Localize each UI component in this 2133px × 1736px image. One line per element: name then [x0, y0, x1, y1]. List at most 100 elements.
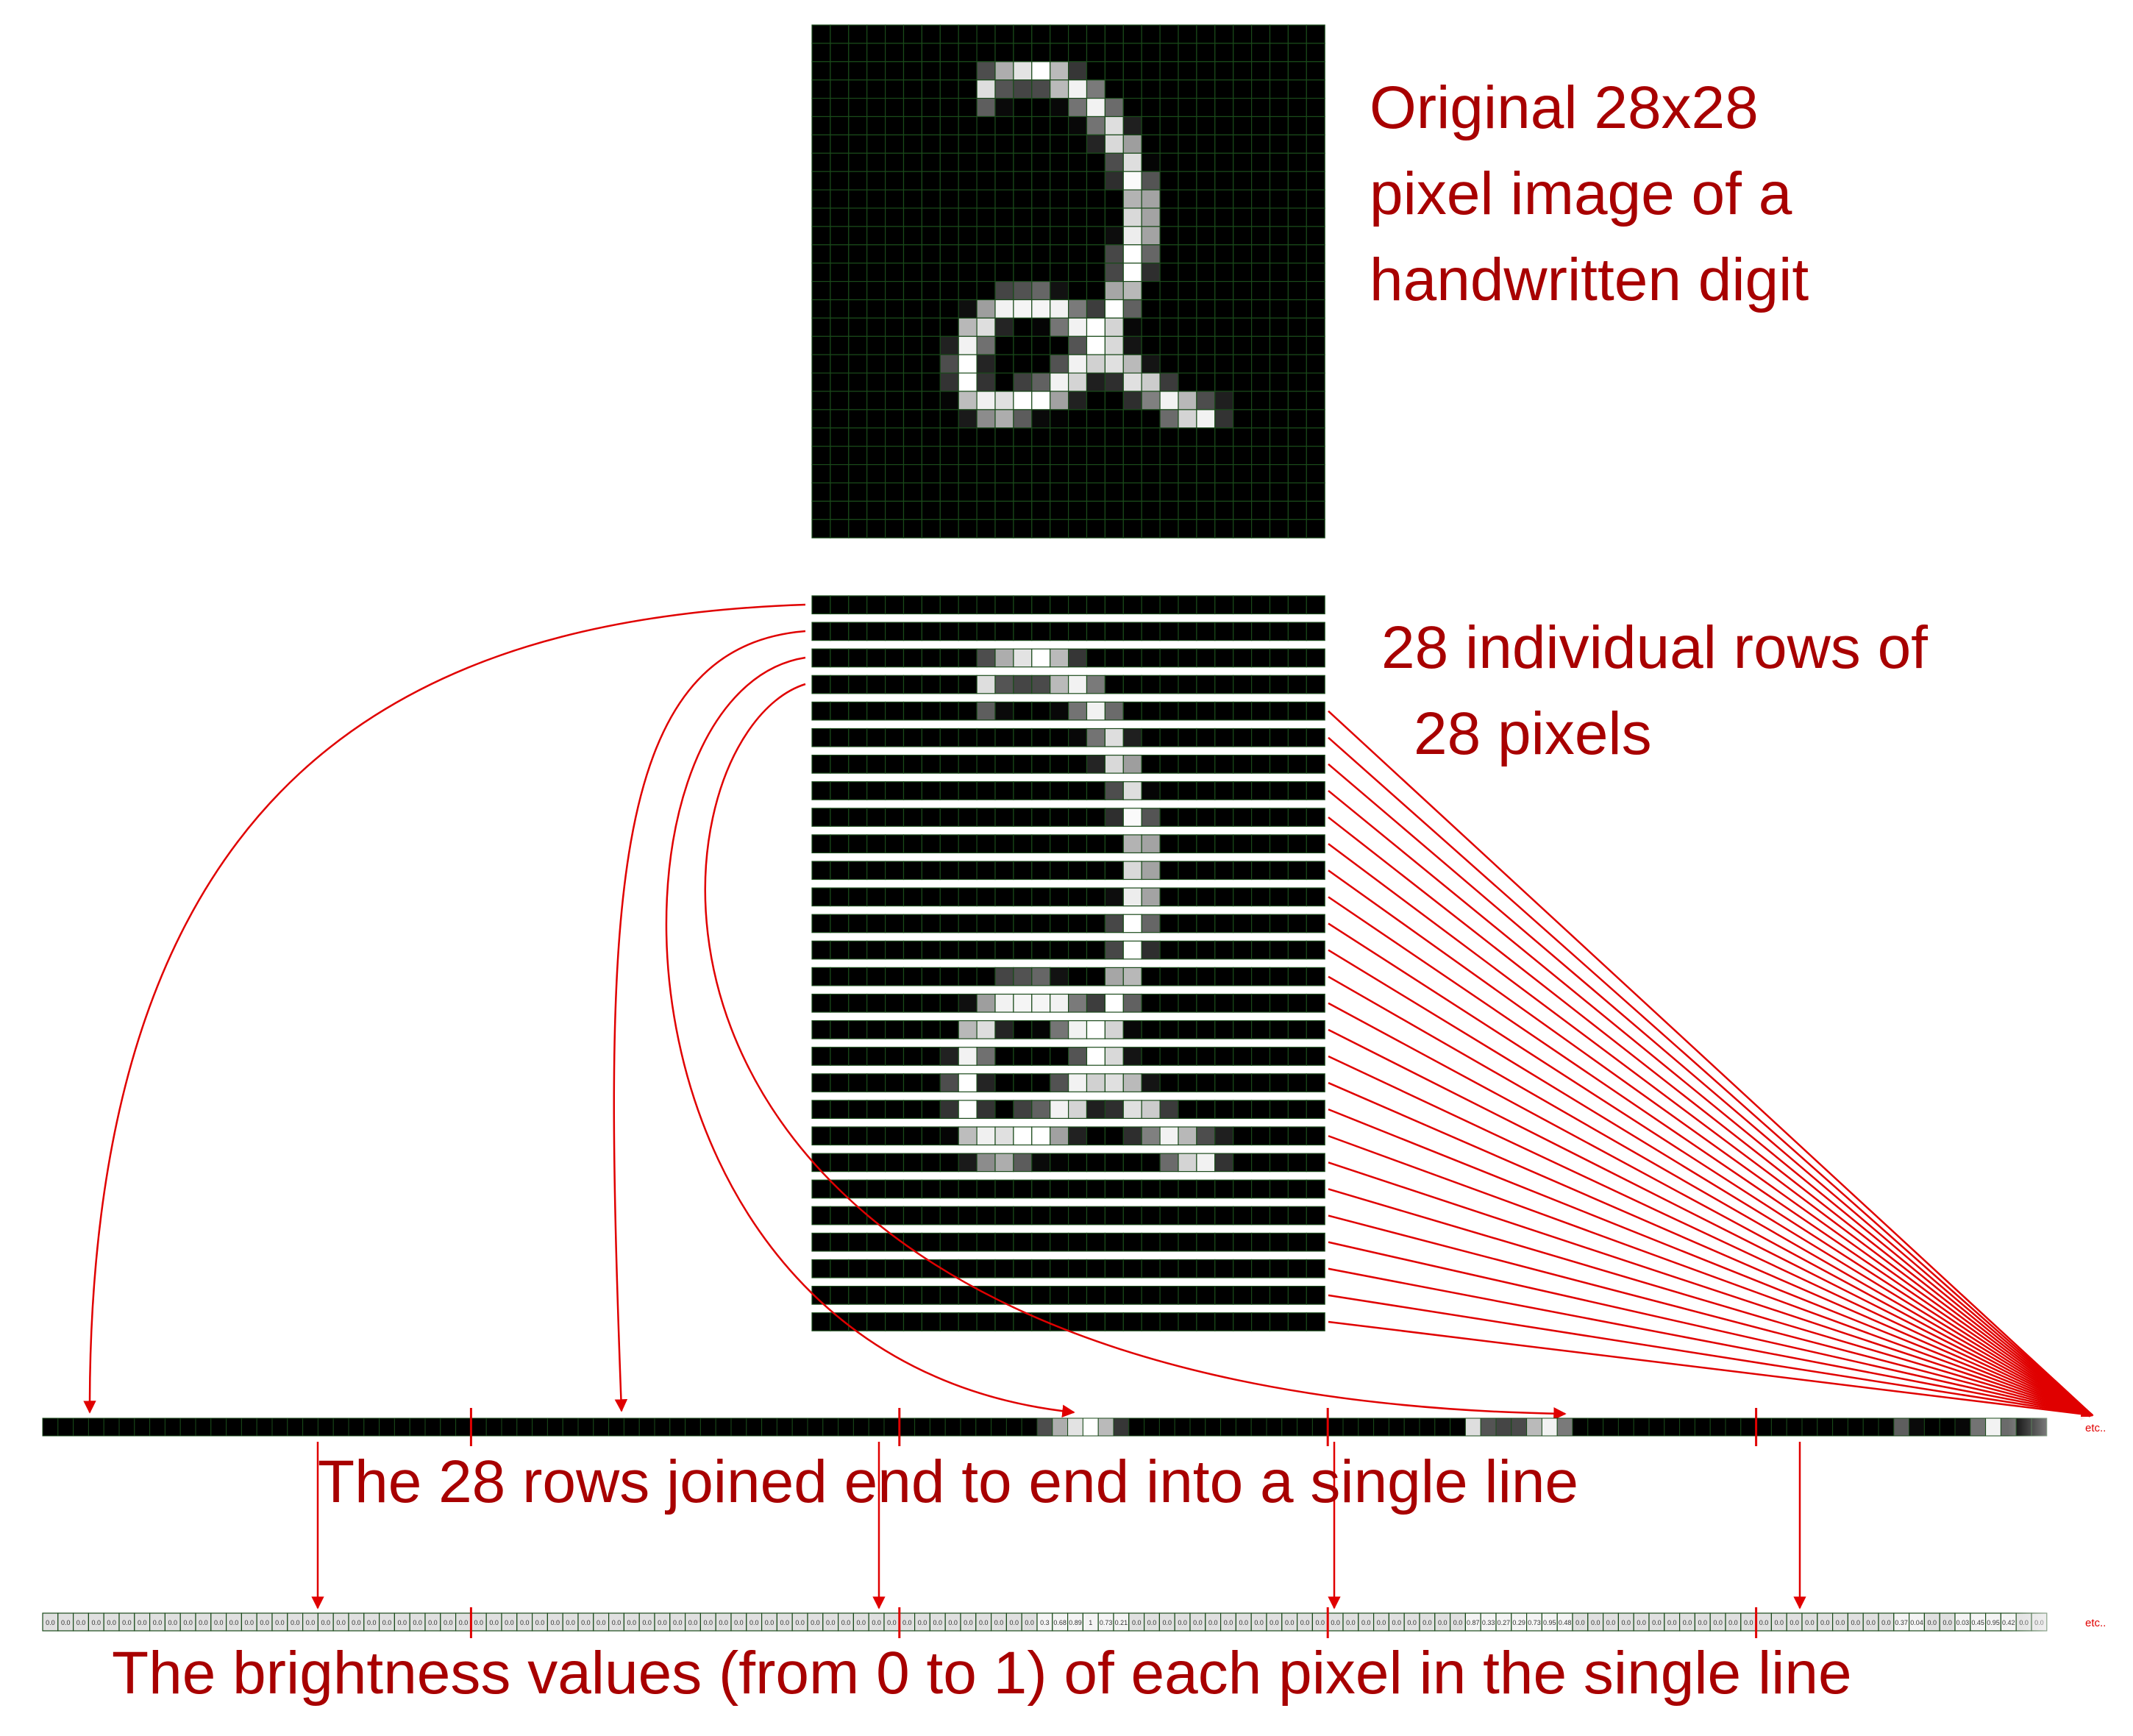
value-text: 0.89 [1069, 1619, 1082, 1626]
row-pixel [1067, 781, 1088, 800]
digit-pixel [902, 299, 922, 319]
pixel-row [811, 1285, 1325, 1305]
row-pixel [1086, 781, 1105, 800]
digit-pixel [976, 391, 996, 410]
row-pixel [1122, 701, 1142, 721]
row-pixel [1196, 834, 1216, 854]
row-pixel [921, 675, 941, 694]
row-pixel [1269, 1232, 1289, 1252]
row-pixel [1214, 1285, 1234, 1305]
row-pixel [830, 1206, 850, 1225]
digit-pixel [1086, 189, 1105, 209]
row-pixel [921, 1312, 941, 1331]
row-pixel [1013, 648, 1033, 668]
digit-pixel [939, 43, 959, 63]
row-pixel [1214, 675, 1234, 694]
row-pixel [1122, 1100, 1142, 1120]
digit-pixel [1141, 354, 1161, 374]
digit-pixel [994, 134, 1014, 154]
row-pixel [1013, 1179, 1033, 1199]
digit-pixel [1013, 317, 1033, 337]
row-pixel [1067, 1285, 1088, 1305]
digit-pixel [976, 79, 996, 99]
digit-pixel [848, 79, 868, 99]
row-pixel [1141, 1020, 1161, 1039]
value-text: 0.0 [245, 1619, 254, 1626]
digit-pixel [848, 482, 868, 502]
digit-pixel [994, 391, 1014, 410]
row-pixel [1178, 940, 1197, 960]
row-pixel [994, 754, 1014, 774]
value-text: 0.0 [138, 1619, 147, 1626]
row-pixel [884, 622, 905, 641]
row-pixel [1250, 1153, 1271, 1173]
row-pixel [1141, 595, 1161, 615]
digit-pixel [811, 519, 831, 538]
row-pixel [1269, 1179, 1289, 1199]
digit-pixel [866, 152, 886, 172]
digit-pixel [1104, 134, 1124, 154]
row-pixel [848, 781, 868, 800]
digit-pixel [1233, 391, 1253, 410]
row-pixel [811, 967, 831, 986]
digit-pixel [866, 281, 886, 301]
row-pixel [958, 754, 978, 774]
digit-pixel [1306, 171, 1325, 191]
row-to-line-arrow [1328, 1135, 2093, 1417]
digit-pixel [1067, 207, 1088, 227]
row-pixel [1306, 808, 1325, 827]
row-pixel [921, 967, 941, 986]
value-text: 0.0 [1163, 1619, 1172, 1626]
value-text: 0.0 [1193, 1619, 1203, 1626]
row-pixel [1031, 1153, 1051, 1173]
digit-pixel [1067, 482, 1088, 502]
value-text: 0.0 [581, 1619, 591, 1626]
digit-pixel [866, 171, 886, 191]
digit-pixel [1178, 446, 1197, 466]
digit-pixel [1250, 519, 1271, 538]
digit-pixel [830, 171, 850, 191]
line-pixel [838, 1417, 854, 1437]
digit-pixel [1159, 519, 1179, 538]
line-pixel [1220, 1417, 1236, 1437]
row-pixel [1141, 1206, 1161, 1225]
digit-pixel [1287, 500, 1307, 520]
line-pixel [1664, 1417, 1681, 1437]
digit-pixel [830, 299, 850, 319]
row-pixel [1196, 861, 1216, 881]
digit-pixel [1214, 391, 1234, 410]
digit-pixel [958, 152, 978, 172]
digit-pixel [1104, 409, 1124, 429]
row-pixel [1287, 914, 1307, 933]
row-pixel [1086, 993, 1105, 1013]
row-pixel [1250, 1285, 1271, 1305]
digit-pixel [848, 207, 868, 227]
digit-pixel [1287, 391, 1307, 410]
row-pixel [1141, 1073, 1161, 1092]
digit-pixel [1050, 61, 1069, 81]
digit-pixel [976, 354, 996, 374]
row-pixel [939, 1153, 959, 1173]
original-digit-image [811, 24, 1325, 538]
row-pixel [1104, 754, 1124, 774]
row-pixel [1287, 1259, 1307, 1278]
row-pixel [1233, 701, 1253, 721]
value-text: 0.0 [229, 1619, 239, 1626]
row-pixel [884, 728, 905, 747]
row-pixel [1159, 887, 1179, 907]
row-pixel [1178, 1047, 1197, 1066]
digit-pixel [1141, 152, 1161, 172]
row-pixel [1104, 701, 1124, 721]
row-pixel [1287, 701, 1307, 721]
digit-pixel [811, 482, 831, 502]
pixel-row [811, 648, 1325, 668]
digit-pixel [1233, 98, 1253, 118]
row-pixel [976, 648, 996, 668]
line-pixel [1388, 1417, 1405, 1437]
row-pixel [1013, 781, 1033, 800]
row-pixel [1178, 1153, 1197, 1173]
line-pixel [1526, 1417, 1542, 1437]
digit-pixel [958, 372, 978, 392]
row-pixel [1233, 754, 1253, 774]
row-pixel [994, 1259, 1014, 1278]
